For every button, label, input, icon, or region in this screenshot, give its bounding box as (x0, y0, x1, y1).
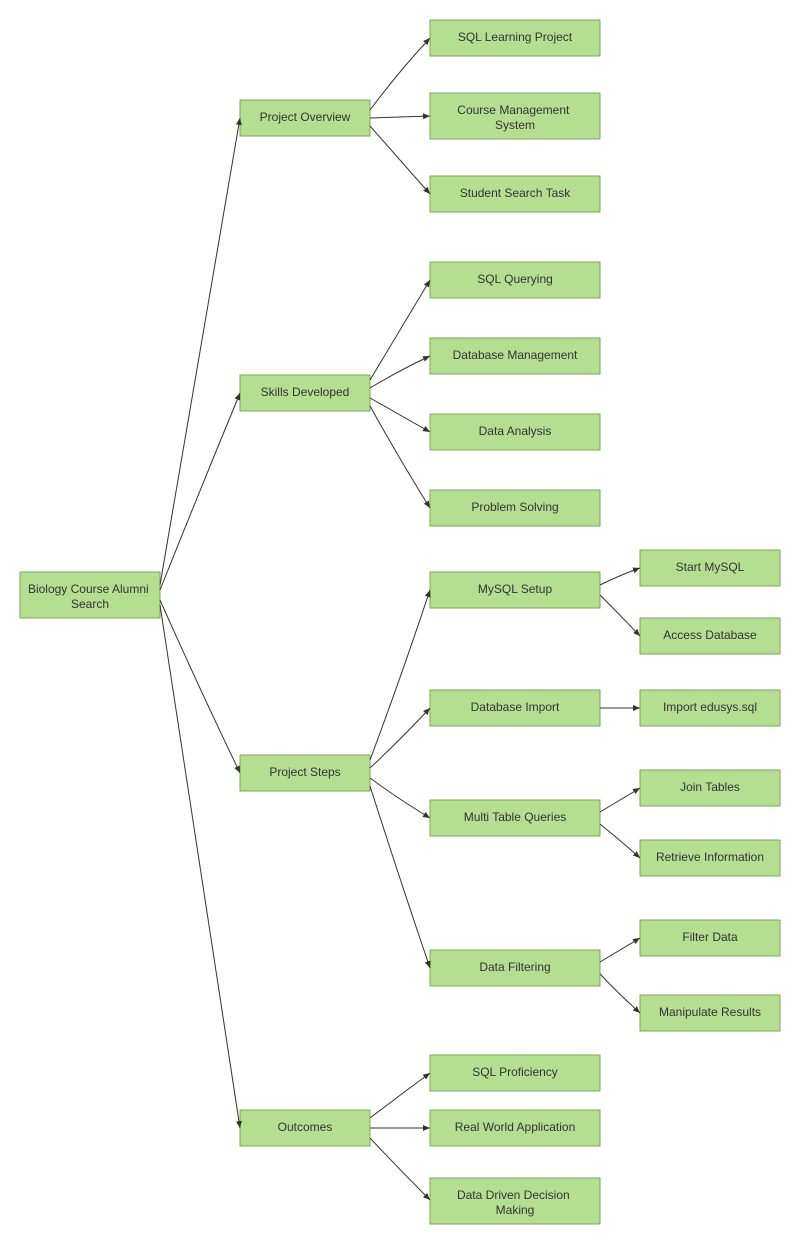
skills-label: Skills Developed (261, 385, 350, 399)
edge-mt-c2 (600, 824, 640, 858)
data-filtering-label: Data Filtering (479, 960, 550, 974)
edge-st-c1 (370, 590, 430, 760)
steps-label: Project Steps (269, 765, 340, 779)
retrieve-info-label: Retrieve Information (656, 850, 764, 864)
edge-my-c2 (600, 595, 640, 636)
edge-my-c1 (600, 568, 640, 585)
filter-data-label: Filter Data (682, 930, 738, 944)
join-tables-label: Join Tables (680, 780, 740, 794)
edge-ov-c3 (370, 126, 430, 194)
edge-oc-c3 (370, 1138, 430, 1200)
edge-sk-c1 (370, 280, 430, 380)
edge-st-c2 (370, 708, 430, 768)
edge-sk-c3 (370, 398, 430, 432)
edge-root-skills (160, 393, 240, 590)
edge-root-outcomes (160, 605, 240, 1128)
diagram-canvas: Biology Course Alumni Search Project Ove… (0, 0, 800, 1255)
edge-df-c2 (600, 974, 640, 1013)
sql-prof-label: SQL Proficiency (472, 1065, 558, 1079)
multi-table-label: Multi Table Queries (464, 810, 567, 824)
real-world-label: Real World Application (455, 1120, 576, 1134)
problem-solving-label: Problem Solving (471, 500, 558, 514)
edge-st-c4 (370, 786, 430, 968)
start-mysql-label: Start MySQL (676, 560, 745, 574)
edge-sk-c2 (370, 356, 430, 388)
db-import-label: Database Import (471, 700, 560, 714)
data-analysis-label: Data Analysis (479, 424, 552, 438)
manipulate-label: Manipulate Results (659, 1005, 761, 1019)
sql-query-label: SQL Querying (477, 272, 553, 286)
overview-label: Project Overview (260, 110, 351, 124)
edge-st-c3 (370, 778, 430, 818)
edge-ov-c2 (370, 116, 430, 118)
mysql-setup-label: MySQL Setup (478, 582, 553, 596)
access-db-label: Access Database (663, 628, 757, 642)
db-mgmt-label: Database Management (453, 348, 578, 362)
import-sql-label: Import edusys.sql (663, 700, 757, 714)
edge-sk-c4 (370, 406, 430, 508)
edge-oc-c1 (370, 1073, 430, 1118)
sql-learning-label: SQL Learning Project (458, 30, 573, 44)
edge-root-overview (160, 118, 240, 585)
student-search-label: Student Search Task (460, 186, 572, 200)
edge-df-c1 (600, 938, 640, 962)
edge-mt-c1 (600, 788, 640, 812)
edge-ov-c1 (370, 38, 430, 110)
outcomes-label: Outcomes (278, 1120, 333, 1134)
